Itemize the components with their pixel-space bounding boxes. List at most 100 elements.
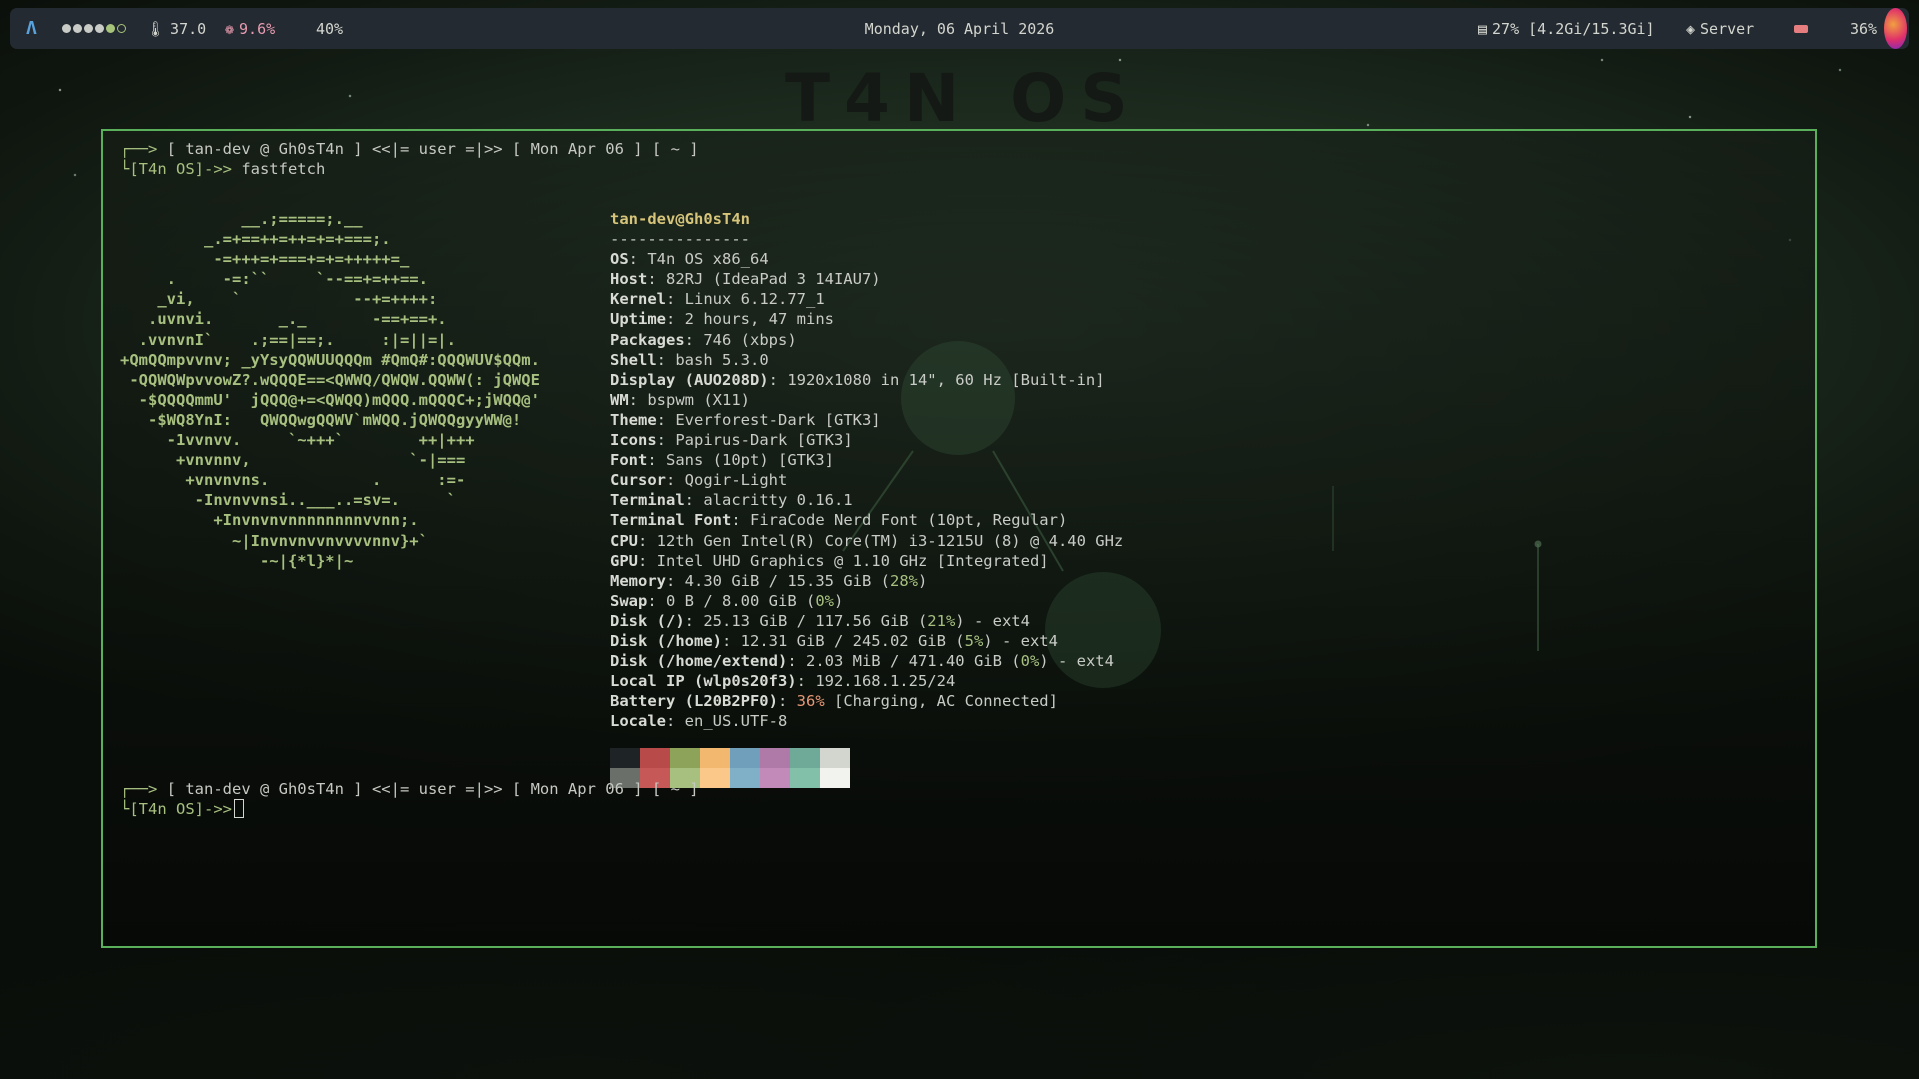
info-key: Terminal xyxy=(610,491,685,510)
info-key: Disk (/home/extend) xyxy=(610,652,788,671)
info-value: FiraCode Nerd Font (10pt, Regular) xyxy=(750,511,1068,530)
separator: --------------- xyxy=(610,230,750,249)
memory-value: 27% [4.2Gi/15.3Gi] xyxy=(1492,19,1655,38)
info-value: 746 (xbps) xyxy=(703,330,797,349)
info-key: Host xyxy=(610,270,648,289)
info-value: 2 hours, 47 mins xyxy=(684,310,834,329)
user-host-title: tan-dev@Gh0sT4n xyxy=(610,210,750,228)
info-row: Kernel: Linux 6.12.77_1 xyxy=(610,290,825,309)
prompt-ps: └[T4n OS]->> xyxy=(120,800,232,818)
command-line-1: └[T4n OS]->> fastfetch xyxy=(120,159,325,179)
memory-icon: ▤ xyxy=(1478,19,1488,38)
info-percent: 28% xyxy=(889,571,918,590)
info-suffix: ) xyxy=(917,571,928,590)
info-percent: 21% xyxy=(927,611,956,630)
network-widget[interactable]: ◈ Server xyxy=(1686,8,1754,49)
info-row: Uptime: 2 hours, 47 mins xyxy=(610,310,834,329)
info-key: Packages xyxy=(610,330,685,349)
info-value: 12th Gen Intel(R) Core(TM) i3-1215U (8) … xyxy=(656,531,1124,550)
info-value: T4n OS x86_64 xyxy=(647,250,769,269)
prompt-ps: └[T4n OS]->> xyxy=(120,160,232,178)
info-value: 192.168.1.25/24 xyxy=(815,672,956,691)
palette-swatch xyxy=(760,768,790,788)
info-row: Packages: 746 (xbps) xyxy=(610,330,797,349)
palette-swatch xyxy=(790,748,820,768)
info-suffix: ) - ext4 xyxy=(1039,652,1114,671)
info-row: Display (AUO208D): 1920x1080 in 14", 60 … xyxy=(610,370,1105,389)
palette-swatch xyxy=(610,748,640,768)
info-key: Battery (L20B2PF0) xyxy=(610,692,778,711)
prompt-arrow: ┌──> xyxy=(120,140,158,158)
info-key: OS xyxy=(610,250,629,269)
info-key: Locale xyxy=(610,712,666,731)
info-row: Terminal Font: FiraCode Nerd Font (10pt,… xyxy=(610,511,1068,530)
prompt-context: [ tan-dev @ Gh0sT4n ] <<|= user =|>> [ M… xyxy=(157,140,699,158)
top-status-bar: Λ 🌡 37.0 ❁ 9.6% 40% Monday, 06 April 202… xyxy=(10,8,1909,49)
memory-widget: ▤ 27% [4.2Gi/15.3Gi] xyxy=(1478,8,1655,49)
palette-swatch xyxy=(730,768,760,788)
info-key: WM xyxy=(610,390,629,409)
battery-icon xyxy=(1794,8,1808,49)
info-key: Uptime xyxy=(610,310,666,329)
palette-swatch xyxy=(820,768,850,788)
info-row: Shell: bash 5.3.0 xyxy=(610,350,769,369)
info-suffix: ) - ext4 xyxy=(955,611,1030,630)
prompt-line-2: ┌──> [ tan-dev @ Gh0sT4n ] <<|= user =|>… xyxy=(120,779,699,799)
terminal-window[interactable]: ┌──> [ tan-dev @ Gh0sT4n ] <<|= user =|>… xyxy=(101,129,1817,948)
info-row: CPU: 12th Gen Intel(R) Core(TM) i3-1215U… xyxy=(610,531,1124,550)
info-value: alacritty 0.16.1 xyxy=(703,491,853,510)
info-value: 1920x1080 in 14", 60 Hz [Built-in] xyxy=(787,370,1105,389)
palette-swatch xyxy=(760,748,790,768)
palette-swatch xyxy=(640,748,670,768)
battery-value: 36% xyxy=(1850,19,1878,38)
info-suffix: [Charging, AC Connected] xyxy=(824,692,1058,711)
info-key: Icons xyxy=(610,431,657,450)
info-row: GPU: Intel UHD Graphics @ 1.10 GHz [Inte… xyxy=(610,551,1049,570)
info-percent: 5% xyxy=(964,631,984,650)
info-value: 4.30 GiB / 15.35 GiB ( xyxy=(684,571,890,590)
info-row: Icons: Papirus-Dark [GTK3] xyxy=(610,431,853,450)
info-key: Cursor xyxy=(610,471,666,490)
info-row: Disk (/): 25.13 GiB / 117.56 GiB (21%) -… xyxy=(610,611,1030,630)
info-value: 12.31 GiB / 245.02 GiB ( xyxy=(740,631,965,650)
info-row: Local IP (wlp0s20f3): 192.168.1.25/24 xyxy=(610,672,956,691)
palette-swatch xyxy=(670,748,700,768)
info-percent: 36% xyxy=(796,692,825,711)
info-value: Intel UHD Graphics @ 1.10 GHz [Integrate… xyxy=(656,551,1049,570)
prompt-context: [ tan-dev @ Gh0sT4n ] <<|= user =|>> [ M… xyxy=(157,780,699,798)
info-key: Terminal Font xyxy=(610,511,732,530)
info-row: Memory: 4.30 GiB / 15.35 GiB (28%) xyxy=(610,571,928,590)
info-key: Display (AUO208D) xyxy=(610,370,769,389)
info-key: Swap xyxy=(610,591,648,610)
network-name: Server xyxy=(1700,19,1755,38)
palette-swatch xyxy=(820,748,850,768)
info-percent: 0% xyxy=(815,591,834,610)
info-key: Disk (/) xyxy=(610,611,685,630)
info-value: 2.03 MiB / 471.40 GiB ( xyxy=(805,652,1021,671)
text-cursor xyxy=(233,799,244,818)
info-key: Local IP (wlp0s20f3) xyxy=(610,672,797,691)
user-avatar[interactable] xyxy=(1884,8,1907,49)
info-value: Linux 6.12.77_1 xyxy=(684,290,825,309)
info-value: Qogir-Light xyxy=(684,471,788,490)
info-key: Kernel xyxy=(610,290,666,309)
info-row: Theme: Everforest-Dark [GTK3] xyxy=(610,410,881,429)
info-value: bspwm (X11) xyxy=(647,390,750,409)
info-row: WM: bspwm (X11) xyxy=(610,390,750,409)
info-suffix: ) - ext4 xyxy=(983,631,1058,650)
info-row: Swap: 0 B / 8.00 GiB (0%) xyxy=(610,591,844,610)
info-value: Papirus-Dark [GTK3] xyxy=(675,431,853,450)
info-value: en_US.UTF-8 xyxy=(684,712,788,731)
info-row: tan-dev@Gh0sT4n xyxy=(610,209,1123,229)
info-suffix: ) xyxy=(833,591,844,610)
info-row: Host: 82RJ (IdeaPad 3 14IAU7) xyxy=(610,270,881,289)
info-key: Font xyxy=(610,451,648,470)
info-row: Disk (/home/extend): 2.03 MiB / 471.40 G… xyxy=(610,652,1114,671)
info-row: Disk (/home): 12.31 GiB / 245.02 GiB (5%… xyxy=(610,631,1058,650)
command-text: fastfetch xyxy=(231,160,326,178)
command-line-2[interactable]: └[T4n OS]->> xyxy=(120,799,244,819)
info-row: --------------- xyxy=(610,229,1123,249)
info-row: OS: T4n OS x86_64 xyxy=(610,250,769,269)
info-value: 0 B / 8.00 GiB ( xyxy=(666,591,816,610)
info-row: Locale: en_US.UTF-8 xyxy=(610,712,788,731)
